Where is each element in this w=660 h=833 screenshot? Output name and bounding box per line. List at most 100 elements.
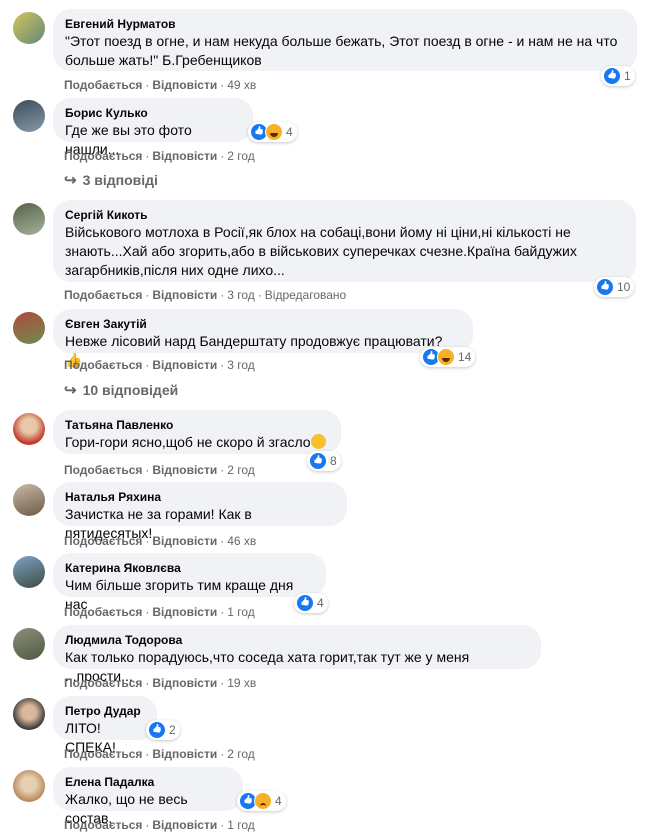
reaction-count: 2 — [169, 723, 176, 737]
avatar[interactable] — [13, 556, 45, 588]
comment-bubble: Катерина Яковлєва Чим більше згорить тим… — [53, 553, 326, 612]
comment-meta: Подобається · Відповісти · 1 год — [64, 605, 255, 619]
comment-bubble: Наталья Ряхина Зачистка не за горами! Ка… — [53, 482, 347, 541]
comment-bubble: Сергій Кикоть Військового мотлоха в Росі… — [53, 200, 636, 282]
comment-text-content: Невже лісовий нард Бандерштату продовжує… — [65, 333, 443, 349]
comment-bubble: Євген Закутій Невже лісовий нард Бандерш… — [53, 309, 473, 368]
reply-link[interactable]: Відповісти — [152, 534, 217, 548]
reaction-count: 14 — [458, 350, 472, 364]
like-link[interactable]: Подобається — [64, 676, 142, 690]
comment-text: знають...Хай або згорить,або в військови… — [65, 243, 577, 259]
replies-count[interactable]: 10 відповідей — [83, 382, 179, 398]
reply-arrow-icon: ↪ — [64, 172, 77, 189]
comment-author[interactable]: Евгений Нурматов — [65, 16, 625, 32]
like-reaction-icon — [296, 594, 314, 612]
comment-author[interactable]: Петро Дудар — [65, 703, 145, 719]
reply-link[interactable]: Відповісти — [152, 149, 217, 163]
view-replies-link[interactable]: ↪ 10 відповідей — [64, 381, 178, 399]
comment-bubble: Татьяна Павленко Гори-гори ясно,щоб не с… — [53, 410, 341, 454]
comment-author[interactable]: Катерина Яковлєва — [65, 560, 314, 576]
like-link[interactable]: Подобається — [64, 747, 142, 761]
like-link[interactable]: Подобається — [64, 605, 142, 619]
reply-link[interactable]: Відповісти — [152, 605, 217, 619]
comment-author[interactable]: Сергій Кикоть — [65, 207, 624, 223]
comment-bubble: Евгений Нурматов "Этот поезд в огне, и н… — [53, 9, 637, 71]
comment-meta: Подобається · Відповісти · 46 хв — [64, 534, 257, 548]
reaction-count: 1 — [624, 69, 631, 83]
comment-meta: Подобається · Відповісти · 1 год — [64, 818, 255, 832]
comment-bubble: Петро Дудар ЛІТО!СПЕКА! — [53, 696, 157, 755]
reaction-summary[interactable]: 14 — [420, 347, 476, 367]
comment-author[interactable]: Елена Падалка — [65, 774, 231, 790]
smile-emoji-icon — [310, 434, 326, 449]
comment-text: больше жать!" Б.Гребенщиков — [65, 52, 262, 68]
comment-time[interactable]: 2 год — [227, 747, 255, 761]
comment-meta: Подобається · Відповісти · 19 хв — [64, 676, 257, 690]
comment-meta: Подобається · Відповісти · 3 год — [64, 358, 255, 372]
haha-reaction-icon — [437, 348, 455, 366]
reaction-summary[interactable]: 4 — [248, 122, 297, 142]
reply-link[interactable]: Відповісти — [152, 358, 217, 372]
reply-link[interactable]: Відповісти — [152, 747, 217, 761]
comment-time[interactable]: 19 хв — [227, 676, 256, 690]
reaction-summary[interactable]: 1 — [601, 66, 635, 86]
reply-arrow-icon: ↪ — [64, 382, 77, 399]
reaction-count: 4 — [275, 794, 282, 808]
avatar[interactable] — [13, 484, 45, 516]
reaction-summary[interactable]: 4 — [237, 791, 286, 811]
reaction-count: 8 — [330, 454, 337, 468]
avatar[interactable] — [13, 12, 45, 44]
like-reaction-icon — [603, 67, 621, 85]
like-link[interactable]: Подобається — [64, 463, 142, 477]
reaction-summary[interactable]: 8 — [307, 451, 341, 471]
comment-meta: Подобається · Відповісти · 49 хв — [64, 78, 257, 92]
avatar[interactable] — [13, 312, 45, 344]
avatar[interactable] — [13, 100, 45, 132]
sad-reaction-icon — [254, 792, 272, 810]
comment-time[interactable]: 2 год — [227, 149, 255, 163]
avatar[interactable] — [13, 628, 45, 660]
comment-author[interactable]: Наталья Ряхина — [65, 489, 335, 505]
reply-link[interactable]: Відповісти — [152, 676, 217, 690]
comment-time[interactable]: 3 год — [227, 358, 255, 372]
comments-feed: Евгений Нурматов "Этот поезд в огне, и н… — [0, 0, 660, 832]
reaction-summary[interactable]: 4 — [294, 593, 328, 613]
comment-meta: Подобається · Відповісти · 2 год — [64, 149, 255, 163]
replies-count[interactable]: 3 відповіді — [83, 172, 158, 188]
comment-time[interactable]: 49 хв — [227, 78, 256, 92]
comment-meta: Подобається · Відповісти · 2 год — [64, 463, 255, 477]
comment-time[interactable]: 1 год — [227, 605, 255, 619]
reaction-count: 4 — [286, 125, 293, 139]
comment-author[interactable]: Людмила Тодорова — [65, 632, 529, 648]
edited-label[interactable]: Відредаговано — [265, 288, 346, 302]
reply-link[interactable]: Відповісти — [152, 78, 217, 92]
comment-time[interactable]: 46 хв — [227, 534, 256, 548]
like-link[interactable]: Подобається — [64, 358, 142, 372]
avatar[interactable] — [13, 203, 45, 235]
reaction-summary[interactable]: 2 — [146, 720, 180, 740]
reply-link[interactable]: Відповісти — [152, 463, 217, 477]
haha-reaction-icon — [265, 123, 283, 141]
avatar[interactable] — [13, 698, 45, 730]
reaction-summary[interactable]: 10 — [594, 277, 635, 297]
comment-text: Гори-гори ясно,щоб не скоро й згасло — [65, 433, 329, 452]
like-reaction-icon — [148, 721, 166, 739]
avatar[interactable] — [13, 413, 45, 445]
reaction-count: 10 — [617, 280, 631, 294]
like-link[interactable]: Подобається — [64, 149, 142, 163]
like-link[interactable]: Подобається — [64, 78, 142, 92]
reply-link[interactable]: Відповісти — [152, 288, 217, 302]
comment-author[interactable]: Борис Кулько — [65, 105, 241, 121]
comment-bubble: Елена Падалка Жалко, що не весь состав. — [53, 767, 243, 826]
avatar[interactable] — [13, 770, 45, 802]
like-link[interactable]: Подобається — [64, 534, 142, 548]
comment-text: "Этот поезд в огне, и нам некуда больше … — [65, 33, 618, 49]
like-link[interactable]: Подобається — [64, 288, 142, 302]
comment-author[interactable]: Євген Закутій — [65, 316, 461, 332]
comment-author[interactable]: Татьяна Павленко — [65, 417, 329, 433]
comment-meta: Подобається · Відповісти · 2 год — [64, 747, 255, 761]
comment-time[interactable]: 2 год — [227, 463, 255, 477]
view-replies-link[interactable]: ↪ 3 відповіді — [64, 171, 158, 189]
comment-bubble: Борис Кулько Где же вы это фото нашли... — [53, 98, 253, 157]
comment-time[interactable]: 3 год — [227, 288, 255, 302]
